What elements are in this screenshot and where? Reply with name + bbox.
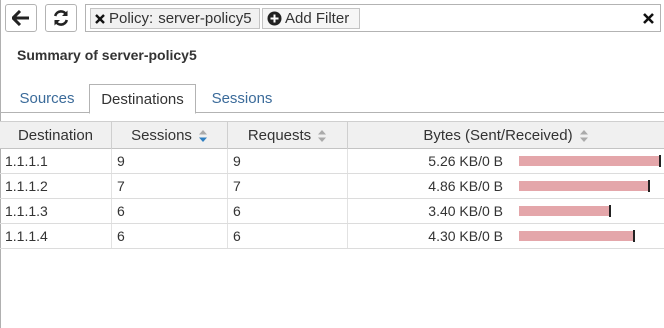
table-row[interactable]: 1.1.1.2 7 7 4.86 KB/0 B: [0, 174, 664, 199]
column-header-label: Requests: [247, 127, 312, 144]
refresh-button[interactable]: [45, 4, 77, 32]
cell-sessions: 6: [112, 199, 228, 223]
bytes-bar-end: [648, 180, 650, 192]
tab-sessions[interactable]: Sessions: [200, 84, 284, 113]
refresh-icon: [53, 10, 69, 26]
cell-sessions: 6: [112, 224, 228, 248]
add-filter-label: Add Filter: [285, 10, 350, 27]
table-row[interactable]: 1.1.1.3 6 6 3.40 KB/0 B: [0, 199, 664, 224]
cell-bytes: 5.26 KB/0 B: [348, 149, 664, 173]
column-header-bytes[interactable]: Bytes (Sent/Received): [348, 122, 664, 149]
filter-chip-label[interactable]: Policy: server-policy5: [109, 10, 252, 27]
close-icon: [642, 12, 654, 24]
bytes-bar-end: [609, 205, 611, 217]
filter-chip-policy: Policy: server-policy5: [90, 8, 260, 29]
cell-requests: 7: [228, 174, 348, 198]
cell-bytes: 4.30 KB/0 B: [348, 224, 664, 248]
toolbar: Policy: server-policy5 Add Filter: [0, 0, 664, 38]
column-header-label: Bytes (Sent/Received): [423, 127, 573, 144]
filter-value: server-policy5: [158, 10, 252, 27]
bytes-bar: [519, 180, 650, 192]
bytes-bar: [519, 205, 611, 217]
bytes-bar: [519, 230, 635, 242]
bytes-value: 4.86 KB/0 B: [428, 178, 503, 194]
bytes-bar-fill: [519, 156, 661, 166]
cell-destination: 1.1.1.1: [0, 149, 112, 173]
bytes-bar-fill: [519, 206, 611, 216]
add-filter-button[interactable]: Add Filter: [262, 8, 360, 29]
column-header-label: Destination: [17, 127, 94, 144]
column-header-label: Sessions: [131, 127, 192, 144]
cell-bytes: 4.86 KB/0 B: [348, 174, 664, 198]
bytes-value: 5.26 KB/0 B: [428, 153, 503, 169]
bytes-bar: [519, 155, 661, 167]
cell-requests: 9: [228, 149, 348, 173]
table-header: Destination Sessions Requests Bytes (Sen…: [0, 121, 664, 149]
bytes-bar-end: [633, 230, 635, 242]
cell-sessions: 9: [112, 149, 228, 173]
bytes-bar-end: [659, 155, 661, 167]
arrow-left-icon: [12, 10, 29, 26]
column-header-requests[interactable]: Requests: [228, 122, 348, 149]
column-header-sessions[interactable]: Sessions: [112, 122, 228, 149]
filter-bar[interactable]: Policy: server-policy5 Add Filter: [85, 4, 661, 32]
cell-requests: 6: [228, 199, 348, 223]
bytes-bar-fill: [519, 181, 650, 191]
tab-bar: Sources Destinations Sessions: [0, 84, 664, 114]
tab-destinations[interactable]: Destinations: [89, 84, 196, 114]
sort-desc-icon: [198, 129, 208, 143]
close-icon: [95, 13, 105, 24]
cell-destination: 1.1.1.4: [0, 224, 112, 248]
page-title: Summary of server-policy5: [17, 47, 197, 63]
plus-circle-icon: [263, 11, 285, 26]
clear-filters-button[interactable]: [641, 11, 655, 25]
bytes-value: 3.40 KB/0 B: [428, 203, 503, 219]
table-row[interactable]: 1.1.1.4 6 6 4.30 KB/0 B: [0, 224, 664, 249]
cell-destination: 1.1.1.3: [0, 199, 112, 223]
bytes-bar-fill: [519, 231, 635, 241]
tab-sources[interactable]: Sources: [8, 84, 86, 113]
column-header-destination[interactable]: Destination: [0, 122, 112, 149]
table-row[interactable]: 1.1.1.1 9 9 5.26 KB/0 B: [0, 149, 664, 174]
cell-bytes: 3.40 KB/0 B: [348, 199, 664, 223]
remove-filter-button[interactable]: [91, 13, 109, 24]
filter-key: Policy:: [109, 10, 154, 27]
cell-destination: 1.1.1.2: [0, 174, 112, 198]
sort-icon: [317, 129, 327, 143]
cell-sessions: 7: [112, 174, 228, 198]
bytes-value: 4.30 KB/0 B: [428, 228, 503, 244]
back-button[interactable]: [5, 4, 37, 32]
cell-requests: 6: [228, 224, 348, 248]
sort-icon: [579, 129, 589, 143]
